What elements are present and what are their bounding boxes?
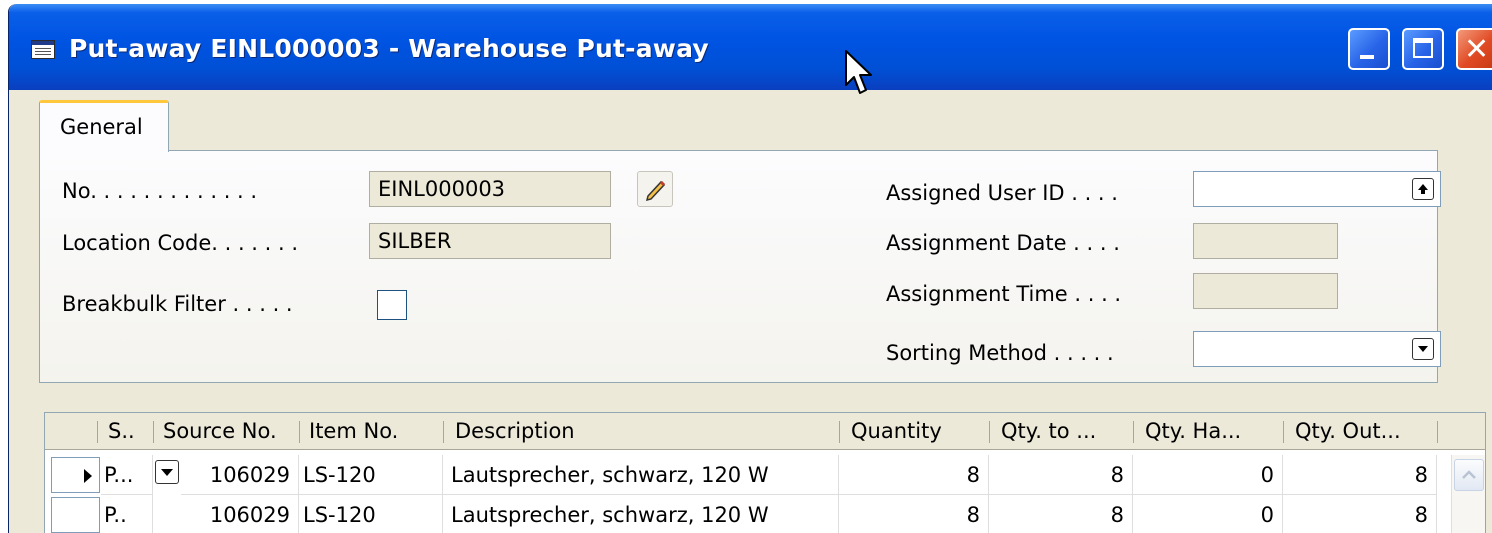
column-header[interactable]: Description bbox=[447, 413, 837, 449]
item-no-cell[interactable]: LS-120 bbox=[299, 495, 443, 533]
pencil-icon bbox=[645, 180, 666, 202]
vertical-scrollbar[interactable] bbox=[1451, 455, 1485, 533]
tab-general[interactable]: General bbox=[39, 100, 169, 152]
minimize-button[interactable] bbox=[1348, 28, 1390, 70]
source-no-dropdown-button[interactable] bbox=[155, 460, 179, 484]
no-label: No. . . . . . . . . . . . . bbox=[62, 179, 258, 203]
column-header[interactable]: Qty. to ... bbox=[993, 413, 1131, 449]
mouse-cursor-icon bbox=[845, 50, 872, 94]
current-row-arrow-icon bbox=[84, 469, 92, 483]
window-title: Put-away EINL000003 - Warehouse Put-away bbox=[69, 34, 709, 63]
sorting-method-select[interactable] bbox=[1193, 331, 1441, 367]
qty-outstanding-cell[interactable]: 8 bbox=[1283, 495, 1437, 533]
maximize-icon bbox=[1413, 38, 1433, 58]
assignment-time-label: Assignment Time . . . . bbox=[886, 282, 1122, 306]
chevron-up-icon bbox=[1462, 470, 1476, 479]
chevron-down-icon bbox=[1418, 346, 1428, 352]
quantity-cell[interactable]: 8 bbox=[839, 495, 989, 533]
assist-edit-button[interactable] bbox=[637, 171, 673, 207]
column-header[interactable]: Qty. Ha... bbox=[1137, 413, 1281, 449]
table-icon bbox=[31, 40, 55, 59]
put-away-window: Put-away EINL000003 - Warehouse Put-away… bbox=[8, 4, 1492, 533]
assignment-date-field[interactable] bbox=[1193, 223, 1338, 259]
quantity-cell[interactable]: 8 bbox=[839, 455, 989, 495]
general-panel: No. . . . . . . . . . . . . EINL000003 L… bbox=[39, 150, 1441, 383]
column-header[interactable]: Quantity bbox=[843, 413, 987, 449]
breakbulk-filter-checkbox[interactable] bbox=[377, 290, 407, 320]
table-row[interactable]: P.. 106029 LS-120 Lautsprecher, schwarz,… bbox=[45, 495, 1445, 533]
column-header[interactable]: Qty. Out... bbox=[1287, 413, 1435, 449]
location-code-label: Location Code. . . . . . . bbox=[62, 231, 299, 255]
no-field[interactable]: EINL000003 bbox=[369, 171, 611, 207]
close-icon: ✕ bbox=[1464, 32, 1490, 67]
source-no-cell[interactable]: 106029 bbox=[181, 455, 299, 495]
qty-outstanding-cell[interactable]: 8 bbox=[1283, 455, 1437, 495]
qty-handled-cell[interactable]: 0 bbox=[1133, 495, 1283, 533]
source-type-cell[interactable]: P... bbox=[101, 455, 153, 495]
row-selector[interactable] bbox=[51, 457, 100, 493]
arrow-up-icon bbox=[1418, 184, 1428, 194]
item-no-cell[interactable]: LS-120 bbox=[299, 455, 443, 495]
description-cell[interactable]: Lautsprecher, schwarz, 120 W bbox=[443, 455, 839, 495]
scroll-up-button[interactable] bbox=[1454, 459, 1484, 491]
qty-to-handle-cell[interactable]: 8 bbox=[989, 455, 1133, 495]
location-code-field[interactable]: SILBER bbox=[369, 223, 611, 259]
breakbulk-filter-label: Breakbulk Filter . . . . . bbox=[62, 292, 293, 316]
assigned-user-id-label: Assigned User ID . . . . bbox=[886, 181, 1118, 205]
assignment-time-field[interactable] bbox=[1193, 273, 1338, 309]
grid-header: S.. Source No. Item No. Description Quan… bbox=[45, 413, 1485, 450]
assignment-date-label: Assignment Date . . . . bbox=[886, 231, 1120, 255]
lookup-button[interactable] bbox=[1412, 178, 1434, 200]
sorting-method-label: Sorting Method . . . . . bbox=[886, 341, 1114, 365]
put-away-lines-grid: S.. Source No. Item No. Description Quan… bbox=[44, 412, 1486, 533]
close-button[interactable]: ✕ bbox=[1456, 28, 1492, 70]
minimize-icon bbox=[1360, 55, 1374, 59]
source-no-cell[interactable]: 106029 bbox=[153, 495, 299, 533]
maximize-button[interactable] bbox=[1402, 28, 1444, 70]
source-type-cell[interactable]: P.. bbox=[101, 495, 153, 533]
sorting-method-dropdown-button[interactable] bbox=[1412, 338, 1434, 360]
title-bar[interactable]: Put-away EINL000003 - Warehouse Put-away… bbox=[9, 4, 1492, 90]
row-selector[interactable] bbox=[51, 497, 100, 533]
assigned-user-id-field[interactable] bbox=[1193, 171, 1441, 207]
column-header[interactable]: S.. bbox=[100, 413, 153, 449]
table-row[interactable]: P... 106029 LS-120 Lautsprecher, schwarz… bbox=[45, 455, 1445, 495]
qty-handled-cell[interactable]: 0 bbox=[1133, 455, 1283, 495]
column-header[interactable]: Item No. bbox=[301, 413, 441, 449]
tab-general-label: General bbox=[60, 115, 143, 139]
description-cell[interactable]: Lautsprecher, schwarz, 120 W bbox=[443, 495, 839, 533]
column-header[interactable]: Source No. bbox=[155, 413, 300, 449]
chevron-down-icon bbox=[161, 469, 173, 476]
qty-to-handle-cell[interactable]: 8 bbox=[989, 495, 1133, 533]
